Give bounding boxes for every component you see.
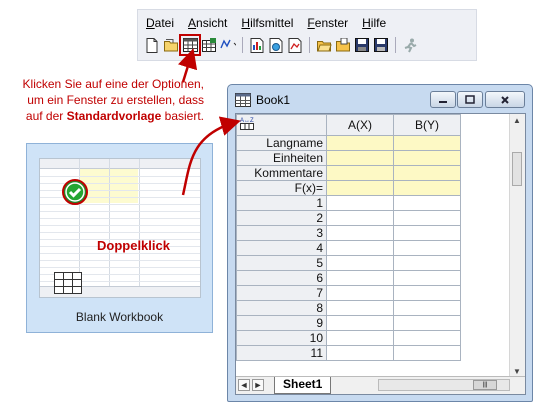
- arrow-to-window: [181, 116, 241, 196]
- annotation-arrows: [178, 48, 241, 196]
- arrow-to-toolbar: [178, 48, 198, 83]
